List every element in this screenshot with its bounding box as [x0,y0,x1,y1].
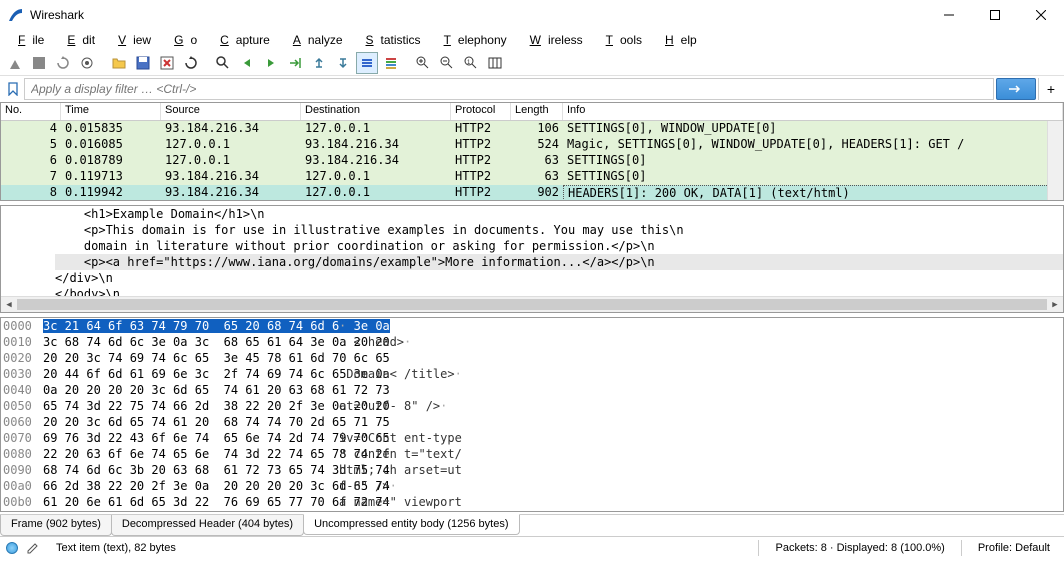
detail-line[interactable]: </div>\n [55,270,1063,286]
hex-row[interactable]: 008022 20 63 6f 6e 74 65 6e 74 3d 22 74 … [1,446,1063,462]
bytes-tab[interactable]: Decompressed Header (404 bytes) [111,515,304,536]
open-file-icon[interactable] [108,52,130,74]
filter-bar: + [0,76,1064,102]
details-horizontal-scrollbar[interactable]: ◀ ▶ [1,296,1063,312]
display-filter-input[interactable] [24,78,994,100]
packet-row[interactable]: 50.016085127.0.0.193.184.216.34HTTP2524M… [1,137,1063,153]
close-file-icon[interactable] [156,52,178,74]
col-protocol[interactable]: Protocol [451,103,511,120]
col-source[interactable]: Source [161,103,301,120]
edit-icon[interactable] [26,541,40,555]
close-button[interactable] [1018,0,1064,30]
packet-list-header: No. Time Source Destination Protocol Len… [1,103,1063,121]
zoom-reset-icon[interactable]: 1 [460,52,482,74]
restart-capture-icon[interactable] [52,52,74,74]
menu-capture[interactable]: Capture [206,31,277,49]
toolbar: 1 [0,50,1064,76]
resize-columns-icon[interactable] [484,52,506,74]
bytes-tab[interactable]: Uncompressed entity body (1256 bytes) [303,514,519,535]
maximize-button[interactable] [972,0,1018,30]
go-first-icon[interactable] [308,52,330,74]
hex-row[interactable]: 002020 20 3c 74 69 74 6c 65 3e 45 78 61 … [1,350,1063,366]
filter-add-button[interactable]: + [1042,78,1060,100]
hex-row[interactable]: 00a066 2d 38 22 20 2f 3e 0a 20 20 20 20 … [1,478,1063,494]
menu-go[interactable]: Go [160,31,204,49]
scroll-right-icon[interactable]: ▶ [1047,297,1063,313]
packet-list-scrollbar[interactable] [1047,121,1063,200]
menu-help[interactable]: Help [651,31,704,49]
start-capture-icon[interactable] [4,52,26,74]
bytes-tab[interactable]: Frame (902 bytes) [0,515,112,536]
menu-wireless[interactable]: Wireless [516,31,590,49]
window-title: Wireshark [30,8,926,22]
hex-row[interactable]: 007069 76 3d 22 43 6f 6e 74 65 6e 74 2d … [1,430,1063,446]
menu-telephony[interactable]: Telephony [430,31,514,49]
find-icon[interactable] [212,52,234,74]
filter-apply-button[interactable] [996,78,1036,100]
go-to-packet-icon[interactable] [284,52,306,74]
menu-file[interactable]: File [4,31,51,49]
minimize-button[interactable] [926,0,972,30]
menu-analyze[interactable]: Analyze [279,31,350,49]
col-destination[interactable]: Destination [301,103,451,120]
wireshark-icon [8,7,24,23]
hex-row[interactable]: 009068 74 6d 6c 3b 20 63 68 61 72 73 65 … [1,462,1063,478]
col-length[interactable]: Length [511,103,563,120]
title-bar: Wireshark [0,0,1064,30]
menu-edit[interactable]: Edit [53,31,102,49]
status-center: Packets: 8 · Displayed: 8 (100.0%) [767,542,952,554]
go-last-icon[interactable] [332,52,354,74]
packet-details-pane: <h1>Example Domain</h1>\n <p>This domain… [0,205,1064,313]
col-no[interactable]: No. [1,103,61,120]
zoom-in-icon[interactable] [412,52,434,74]
go-forward-icon[interactable] [260,52,282,74]
packet-row[interactable]: 60.018789127.0.0.193.184.216.34HTTP263SE… [1,153,1063,169]
colorize-icon[interactable] [380,52,402,74]
packet-row[interactable]: 70.11971393.184.216.34127.0.0.1HTTP263SE… [1,169,1063,185]
zoom-out-icon[interactable] [436,52,458,74]
col-info[interactable]: Info [563,103,1063,120]
detail-line[interactable]: <p>This domain is for use in illustrativ… [55,222,1063,238]
scroll-thumb[interactable] [17,299,1047,310]
hex-row[interactable]: 006020 20 3c 6d 65 74 61 20 68 74 74 70 … [1,414,1063,430]
hex-row[interactable]: 00003c 21 64 6f 63 74 79 70 65 20 68 74 … [1,318,1063,334]
hex-row[interactable]: 005065 74 3d 22 75 74 66 2d 38 22 20 2f … [1,398,1063,414]
reload-icon[interactable] [180,52,202,74]
menu-bar: FileEditViewGoCaptureAnalyzeStatisticsTe… [0,30,1064,50]
bytes-tabs: Frame (902 bytes)Decompressed Header (40… [0,514,1064,536]
detail-line[interactable]: domain in literature without prior coord… [55,238,1063,254]
go-back-icon[interactable] [236,52,258,74]
hex-row[interactable]: 00400a 20 20 20 20 3c 6d 65 74 61 20 63 … [1,382,1063,398]
capture-options-icon[interactable] [76,52,98,74]
detail-line[interactable]: <h1>Example Domain</h1>\n [55,206,1063,222]
hex-row[interactable]: 00103c 68 74 6d 6c 3e 0a 3c 68 65 61 64 … [1,334,1063,350]
packet-bytes-pane: 00003c 21 64 6f 63 74 79 70 65 20 68 74 … [0,317,1064,512]
expert-info-icon[interactable] [6,542,18,554]
menu-view[interactable]: View [104,31,158,49]
save-file-icon[interactable] [132,52,154,74]
autoscroll-icon[interactable] [356,52,378,74]
packet-row[interactable]: 80.11994293.184.216.34127.0.0.1HTTP2902H… [1,185,1063,200]
packet-list-pane: No. Time Source Destination Protocol Len… [0,102,1064,201]
status-left: Text item (text), 82 bytes [48,542,184,554]
status-bar: Text item (text), 82 bytes Packets: 8 · … [0,536,1064,558]
detail-line[interactable]: <p><a href="https://www.iana.org/domains… [55,254,1063,270]
menu-statistics[interactable]: Statistics [352,31,428,49]
scroll-left-icon[interactable]: ◀ [1,297,17,313]
hex-row[interactable]: 003020 44 6f 6d 61 69 6e 3c 2f 74 69 74 … [1,366,1063,382]
col-time[interactable]: Time [61,103,161,120]
hex-row[interactable]: 00b061 20 6e 61 6d 65 3d 22 76 69 65 77 … [1,494,1063,510]
menu-tools[interactable]: Tools [592,31,649,49]
status-right[interactable]: Profile: Default [970,542,1058,554]
packet-row[interactable]: 40.01583593.184.216.34127.0.0.1HTTP2106S… [1,121,1063,137]
detail-line[interactable]: </body>\n [55,286,1063,296]
stop-capture-icon[interactable] [28,52,50,74]
filter-bookmark-icon[interactable] [4,80,22,98]
